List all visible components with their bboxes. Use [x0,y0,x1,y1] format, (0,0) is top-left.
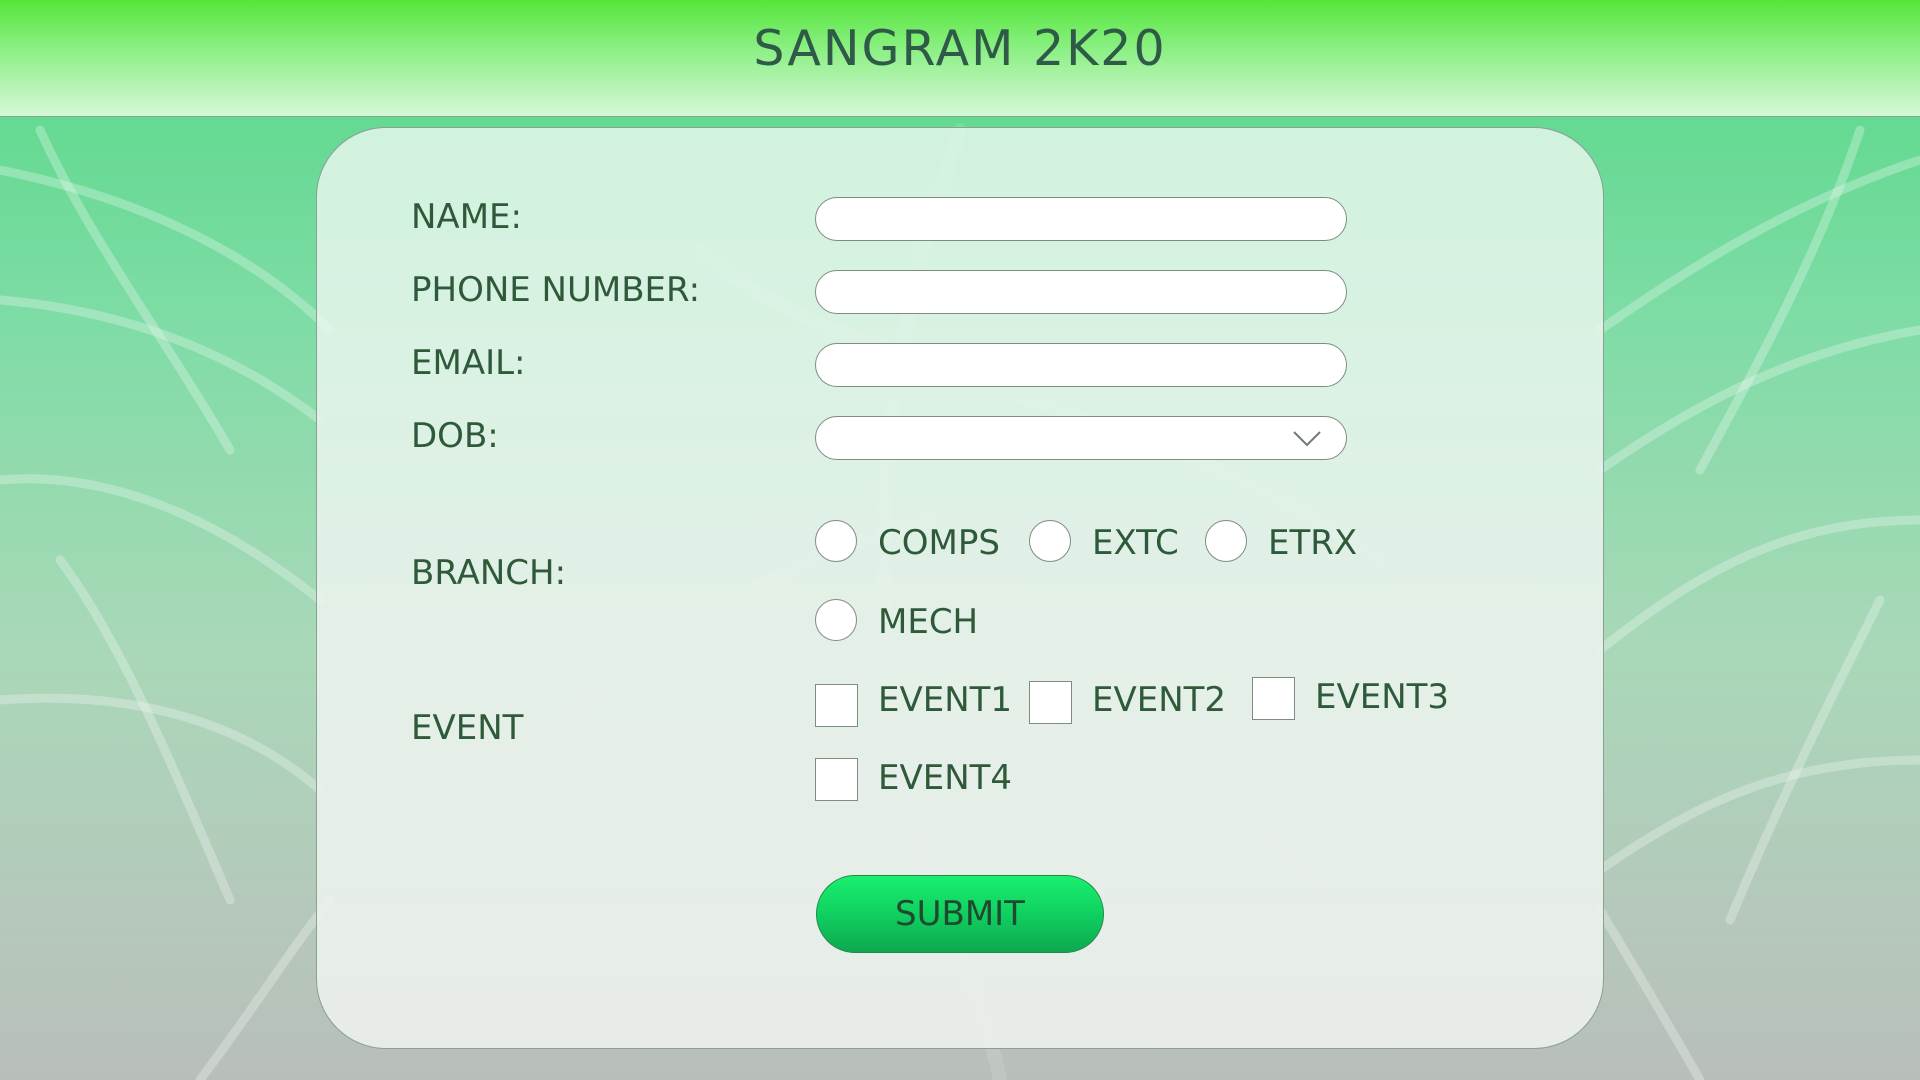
event-checkbox-event1[interactable] [815,684,858,727]
page-header: SANGRAM 2K20 [0,0,1920,117]
dob-label: DOB: [411,416,499,456]
phone-field-wrapper [815,270,1347,314]
event-checkbox-event4[interactable] [815,758,858,801]
branch-radio-comps[interactable] [815,520,857,562]
branch-option-label: ETRX [1268,523,1358,563]
page-title: SANGRAM 2K20 [753,20,1167,77]
event-checkbox-event2[interactable] [1029,681,1072,724]
name-input[interactable] [816,198,1346,240]
branch-radio-etrx[interactable] [1205,520,1247,562]
name-label: NAME: [411,197,522,237]
event-checkbox-event3[interactable] [1252,677,1295,720]
phone-number-label: PHONE NUMBER: [411,270,701,310]
event-option-label: EVENT3 [1315,677,1450,717]
email-label: EMAIL: [411,343,526,383]
dob-select[interactable] [815,416,1347,460]
phone-number-input[interactable] [816,271,1346,313]
email-field-wrapper [815,343,1347,387]
event-option-label: EVENT4 [878,758,1013,798]
submit-button[interactable]: SUBMIT [816,875,1104,953]
email-input[interactable] [816,344,1346,386]
branch-label: BRANCH: [411,553,567,593]
chevron-down-icon [1293,431,1321,447]
event-label: EVENT [411,708,524,748]
branch-option-label: EXTC [1092,523,1179,563]
branch-option-label: MECH [878,602,979,642]
branch-option-label: COMPS [878,523,1000,563]
name-field-wrapper [815,197,1347,241]
event-option-label: EVENT1 [878,680,1013,720]
branch-radio-extc[interactable] [1029,520,1071,562]
branch-radio-mech[interactable] [815,599,857,641]
event-option-label: EVENT2 [1092,680,1227,720]
